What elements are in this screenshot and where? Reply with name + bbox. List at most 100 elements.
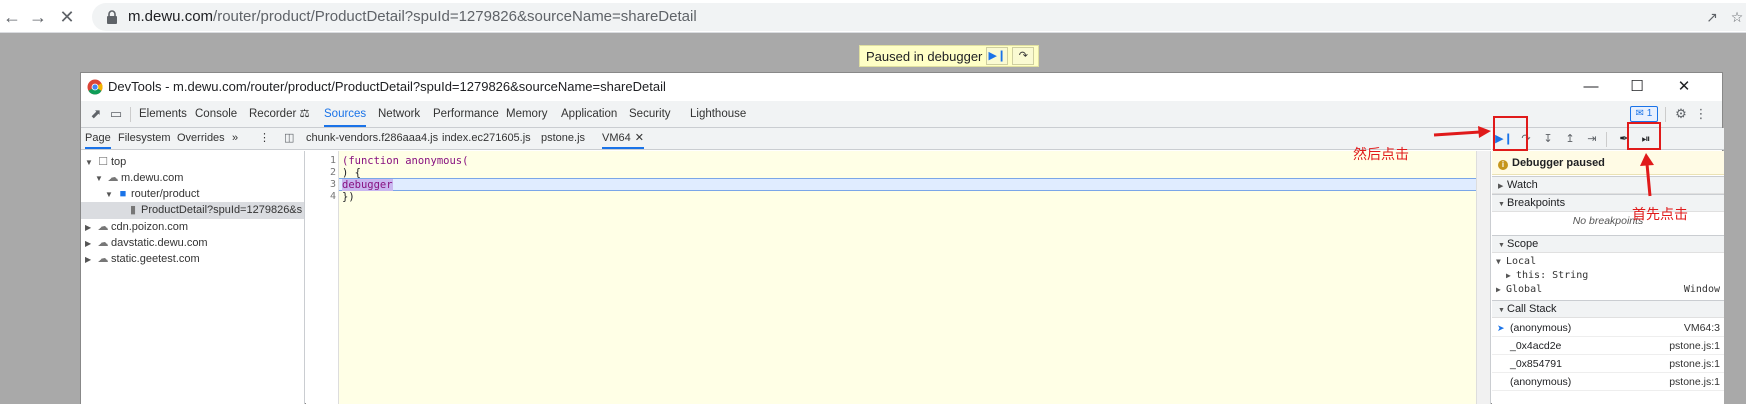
cloud-icon: ☁ bbox=[97, 253, 109, 265]
stop-loading-icon[interactable]: ✕ bbox=[55, 5, 79, 29]
call-frame-location: pstone.js:1 bbox=[1669, 358, 1720, 370]
call-frame-function: _0x854791 bbox=[1510, 358, 1562, 370]
expanded-arrow-icon: ▼ bbox=[105, 190, 113, 199]
scope-local[interactable]: ▼ Local bbox=[1492, 255, 1724, 269]
code-editor[interactable]: 1 2 3 4 (function anonymous( ) { debugge… bbox=[306, 151, 1491, 404]
tab-recorder[interactable]: Recorder ⚖ bbox=[249, 101, 310, 127]
tree-label: top bbox=[111, 156, 127, 168]
banner-resume-icon[interactable]: ▶❙ bbox=[986, 47, 1009, 65]
maximize-icon[interactable]: ☐ bbox=[1614, 73, 1660, 101]
cloud-icon: ☁ bbox=[107, 172, 119, 184]
tree-item-cdn[interactable]: ▶ ☁ cdn.poizon.com bbox=[85, 219, 188, 236]
close-window-icon[interactable]: ✕ bbox=[1661, 73, 1707, 101]
tab-memory[interactable]: Memory bbox=[506, 101, 548, 127]
call-frame-location: VM64:3 bbox=[1683, 322, 1720, 334]
current-frame-arrow-icon: ➤ bbox=[1497, 323, 1505, 333]
tab-application[interactable]: Application bbox=[561, 101, 617, 127]
close-tab-icon[interactable]: ✕ bbox=[635, 132, 644, 144]
call-stack-pane-header[interactable]: ▼ Call Stack bbox=[1492, 300, 1724, 318]
collapsed-arrow-icon: ▶ bbox=[1506, 271, 1511, 280]
step-icon[interactable]: ⇥ bbox=[1582, 130, 1602, 148]
scope-this[interactable]: ▶ this: String bbox=[1492, 269, 1724, 283]
file-navigator: ▼ ☐ top ▼ ☁ m.dewu.com ▼ ■ router/product ▮ Pro… bbox=[81, 151, 305, 404]
device-toolbar-icon[interactable]: ▭ bbox=[108, 106, 124, 122]
tree-item-folder[interactable]: ▼ ■ router/product bbox=[105, 186, 199, 203]
scope-this-label: this: String bbox=[1516, 270, 1589, 281]
code-line: ) { bbox=[342, 167, 361, 179]
navigator-menu-icon[interactable]: ⋮ bbox=[259, 128, 270, 149]
tab-elements[interactable]: Elements bbox=[139, 101, 187, 127]
code-line: }) bbox=[342, 191, 355, 203]
collapsed-arrow-icon: ▶ bbox=[85, 239, 92, 248]
settings-gear-icon[interactable]: ⚙ bbox=[1673, 106, 1689, 122]
devtools-window: DevTools - m.dewu.com/router/product/Pro… bbox=[80, 72, 1724, 404]
expanded-arrow-icon: ▼ bbox=[85, 158, 93, 167]
tab-console[interactable]: Console bbox=[195, 101, 237, 127]
more-tabs-icon[interactable]: » bbox=[232, 128, 238, 149]
call-frame[interactable]: ➤ (anonymous) VM64:3 bbox=[1492, 319, 1724, 337]
tab-performance[interactable]: Performance bbox=[433, 101, 499, 127]
address-bar[interactable]: m.dewu.com/router/product/ProductDetail?… bbox=[92, 3, 1746, 31]
tree-label: static.geetest.com bbox=[111, 253, 200, 265]
tab-filesystem[interactable]: Filesystem bbox=[118, 128, 171, 149]
line-number[interactable]: 1 bbox=[306, 155, 336, 167]
tab-page[interactable]: Page bbox=[85, 128, 111, 149]
call-frame[interactable]: (anonymous) pstone.js:1 bbox=[1492, 373, 1724, 391]
toggle-navigator-icon[interactable]: ◫ bbox=[284, 128, 294, 149]
line-gutter[interactable]: 1 2 3 4 bbox=[306, 151, 339, 404]
scope-global[interactable]: ▶ Global Window bbox=[1492, 283, 1724, 297]
folder-icon: ■ bbox=[119, 188, 127, 200]
annotation-box-deactivate bbox=[1627, 122, 1661, 150]
scope-pane-header[interactable]: ▼ Scope bbox=[1492, 235, 1724, 253]
tree-item-davstatic[interactable]: ▶ ☁ davstatic.dewu.com bbox=[85, 235, 208, 252]
tab-sources[interactable]: Sources bbox=[324, 101, 367, 127]
banner-step-over-icon[interactable]: ↷ bbox=[1012, 47, 1035, 65]
minimize-icon[interactable]: — bbox=[1568, 73, 1614, 101]
browser-toolbar: ← → ✕ m.dewu.com/router/product/ProductD… bbox=[0, 0, 1746, 33]
line-number[interactable]: 3 bbox=[306, 179, 336, 191]
file-tab-chunk-vendors[interactable]: chunk-vendors.f286aaa4.js bbox=[306, 128, 438, 149]
chrome-logo-icon bbox=[87, 79, 103, 95]
inspect-element-icon[interactable]: ⬈ bbox=[88, 106, 104, 122]
step-out-icon[interactable]: ↥ bbox=[1560, 130, 1580, 148]
line-number[interactable]: 4 bbox=[306, 191, 336, 203]
debugger-keyword: debugger bbox=[342, 179, 393, 191]
call-frame-function: _0x4acd2e bbox=[1510, 340, 1562, 352]
call-frame-location: pstone.js:1 bbox=[1669, 340, 1720, 352]
breakpoints-pane-header[interactable]: ▼ Breakpoints bbox=[1492, 194, 1724, 212]
step-into-icon[interactable]: ↧ bbox=[1538, 130, 1558, 148]
scope-local-label: Local bbox=[1506, 256, 1537, 267]
tab-network[interactable]: Network bbox=[378, 101, 420, 127]
collapsed-arrow-icon: ▶ bbox=[1498, 183, 1504, 190]
watch-pane-header[interactable]: ▶ Watch bbox=[1492, 176, 1724, 194]
expanded-arrow-icon: ▼ bbox=[1496, 257, 1501, 266]
share-icon[interactable]: ↗ bbox=[1703, 8, 1721, 26]
editor-scrollbar[interactable] bbox=[1476, 151, 1490, 404]
sources-sub-toolbar: Page Filesystem Overrides » ⋮ ◫ chunk-ve… bbox=[81, 128, 1491, 150]
annotation-arrow-right-icon bbox=[1433, 126, 1491, 138]
annotation-box-resume bbox=[1493, 116, 1528, 151]
url-host: m.dewu.com bbox=[128, 8, 214, 25]
issues-badge[interactable]: ✉ 1 bbox=[1630, 106, 1658, 122]
tab-overrides[interactable]: Overrides bbox=[177, 128, 225, 149]
file-tab-index[interactable]: index.ec271605.js bbox=[442, 128, 531, 149]
scope-global-label: Global bbox=[1506, 284, 1543, 295]
issues-count: 1 bbox=[1646, 108, 1653, 119]
pane-title: Watch bbox=[1507, 179, 1538, 191]
tab-lighthouse[interactable]: Lighthouse bbox=[690, 101, 746, 127]
call-frame[interactable]: _0x4acd2e pstone.js:1 bbox=[1492, 337, 1724, 355]
file-tab-vm64[interactable]: VM64 ✕ bbox=[602, 128, 644, 149]
bookmark-star-icon[interactable]: ☆ bbox=[1728, 8, 1746, 26]
file-tab-pstone[interactable]: pstone.js bbox=[541, 128, 585, 149]
tab-security[interactable]: Security bbox=[629, 101, 671, 127]
forward-icon[interactable]: → bbox=[26, 5, 50, 29]
tree-item-host[interactable]: ▼ ☁ m.dewu.com bbox=[95, 170, 183, 187]
more-options-icon[interactable]: ⋮ bbox=[1693, 106, 1709, 122]
tree-item-file[interactable]: ▮ ProductDetail?spuId=1279826&s bbox=[81, 202, 304, 219]
annotation-first-click: 首先点击 bbox=[1632, 207, 1688, 223]
tree-item-top[interactable]: ▼ ☐ top bbox=[85, 154, 126, 171]
call-frame[interactable]: _0x854791 pstone.js:1 bbox=[1492, 355, 1724, 373]
tree-item-geetest[interactable]: ▶ ☁ static.geetest.com bbox=[85, 251, 200, 268]
back-icon[interactable]: ← bbox=[0, 5, 24, 29]
line-number[interactable]: 2 bbox=[306, 167, 336, 179]
